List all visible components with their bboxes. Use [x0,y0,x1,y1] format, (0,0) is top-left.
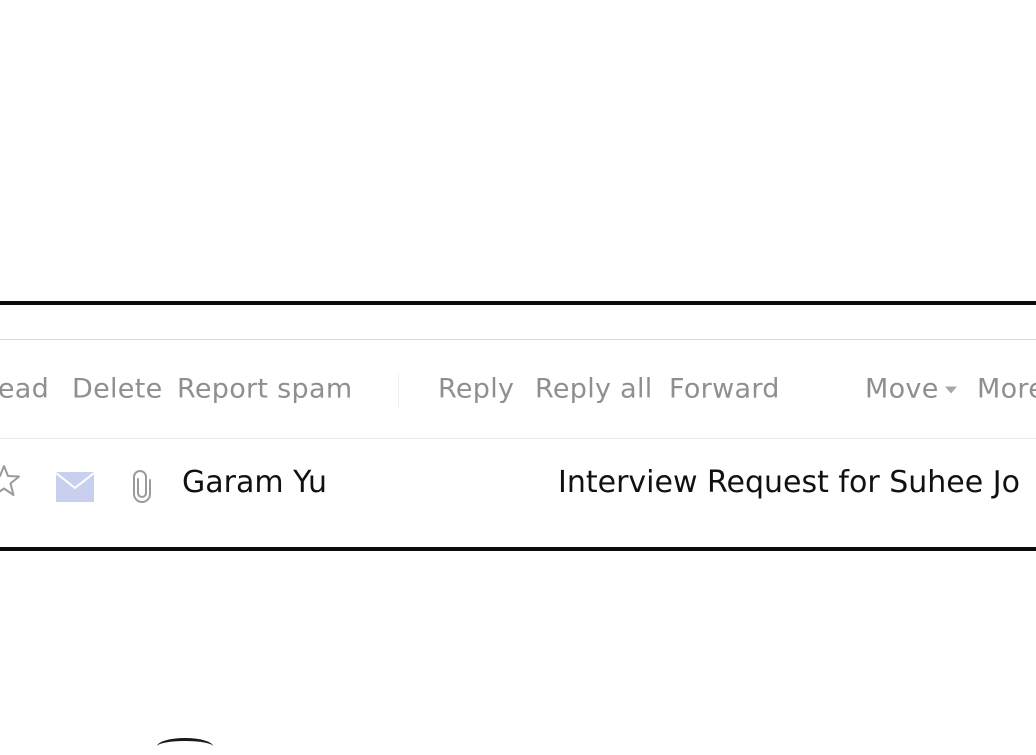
email-list-panel: Read Delete Report spam Reply Reply all … [0,301,1036,551]
forward-button[interactable]: Forward [669,374,780,405]
email-sender: Garam Yu [182,465,328,500]
move-button-label: Move [865,373,939,405]
email-toolbar: Read Delete Report spam Reply Reply all … [0,339,1036,439]
paperclip-icon [133,469,151,507]
reply-all-button[interactable]: Reply all [535,374,653,405]
partial-shape [157,738,213,755]
email-row[interactable]: Garam Yu Interview Request for Suhee Jo [0,439,1036,547]
report-spam-button[interactable]: Report spam [177,374,352,405]
caret-down-icon [944,386,957,394]
move-button[interactable]: Move [865,374,957,405]
toolbar-divider [398,374,399,408]
delete-button[interactable]: Delete [72,374,163,405]
more-button[interactable]: More [977,374,1036,405]
star-icon[interactable] [0,464,20,502]
mail-icon[interactable] [55,472,95,506]
reply-button[interactable]: Reply [438,374,514,405]
email-subject[interactable]: Interview Request for Suhee Jo [558,465,1020,500]
mark-read-button[interactable]: Read [0,374,49,405]
